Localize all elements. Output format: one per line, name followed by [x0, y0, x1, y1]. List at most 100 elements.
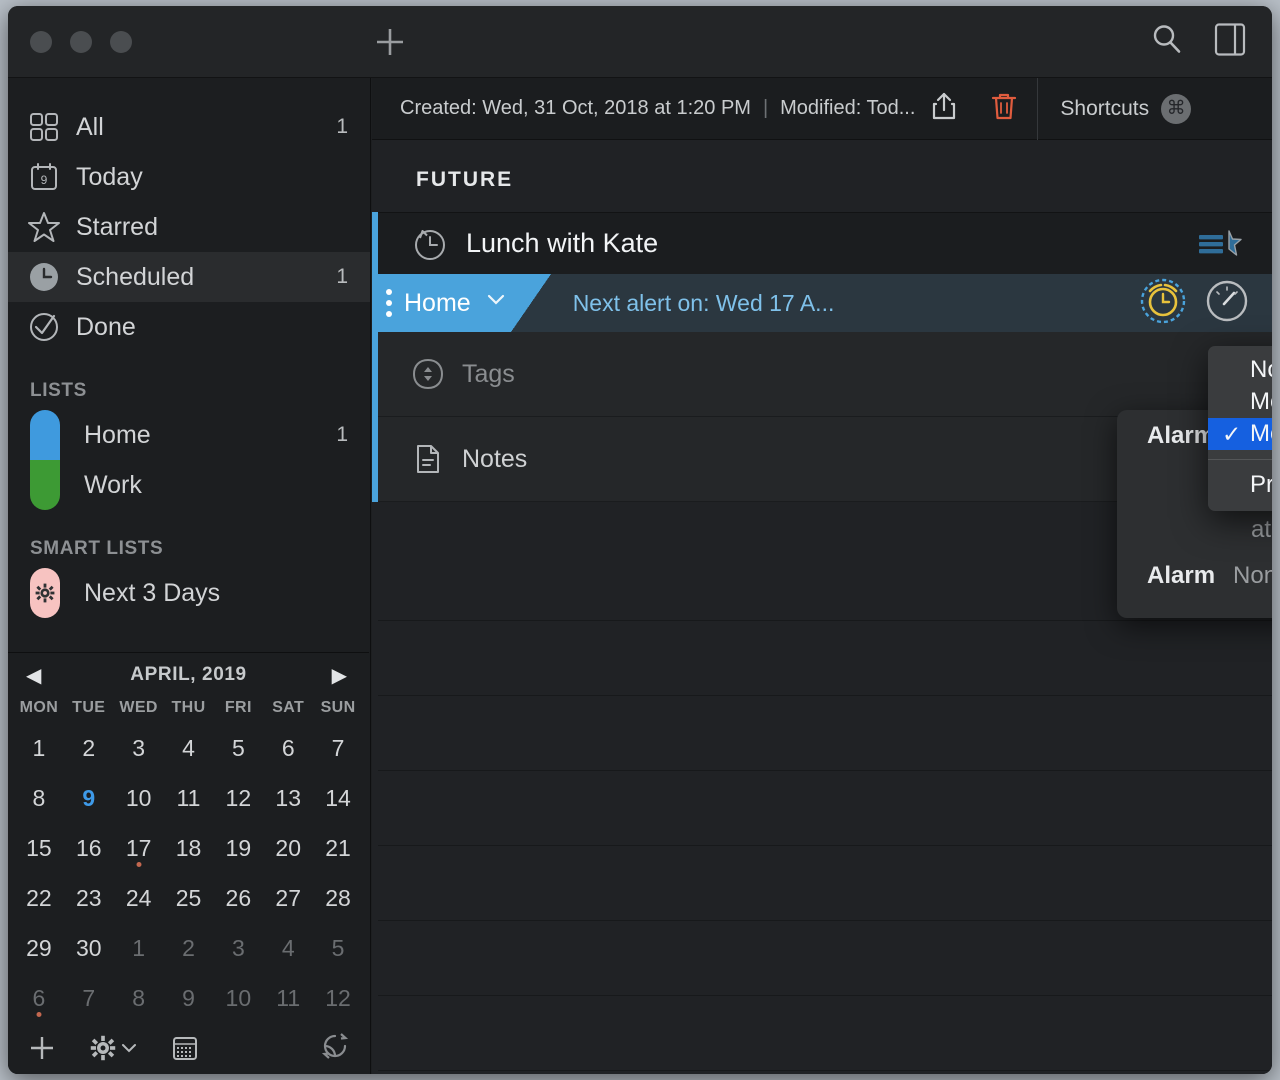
calendar-day-cell[interactable]: 3 — [114, 723, 164, 773]
calendar-day-cell[interactable]: 22 — [14, 873, 64, 923]
task-meta-actions — [1140, 278, 1272, 329]
calendar-day-cell[interactable]: 24 — [114, 873, 164, 923]
calendar-day-cell[interactable]: 30 — [64, 923, 114, 973]
sidebar-smart-list-next-3-days[interactable]: Next 3 Days — [8, 568, 370, 618]
calendar-day-cell[interactable]: 14 — [313, 773, 363, 823]
calendar-day-cell[interactable]: 7 — [313, 723, 363, 773]
search-button[interactable] — [1150, 22, 1184, 61]
priority-star-icon — [1199, 229, 1242, 256]
calendar-prev-month-button[interactable]: ◀ — [26, 663, 41, 688]
calendar-day-cell[interactable]: 3 — [213, 923, 263, 973]
menu-item-presets[interactable]: Presets ▶ — [1208, 469, 1272, 501]
list-item-label: Work — [84, 470, 142, 499]
calendar-day-cell[interactable]: 9 — [164, 973, 214, 1023]
gauge-button[interactable] — [1204, 278, 1250, 329]
maximize-window-button[interactable] — [110, 30, 132, 53]
add-task-button[interactable] — [370, 22, 410, 62]
calendar-day-cell[interactable]: 1 — [114, 923, 164, 973]
drag-dots-icon[interactable] — [386, 289, 392, 317]
calendar-day-cell[interactable]: 25 — [164, 873, 214, 923]
calendar-day-cell[interactable]: 4 — [164, 723, 214, 773]
calendar-day-cell[interactable]: 12 — [213, 773, 263, 823]
calendar-day-number: 4 — [182, 734, 195, 761]
task-priority-button[interactable] — [1198, 227, 1244, 261]
calendar-day-number: 27 — [275, 884, 301, 911]
calendar-refresh-button[interactable] — [321, 1032, 349, 1065]
calendar-next-month-button[interactable]: ▶ — [332, 663, 347, 688]
task-tags-row[interactable]: Tags — [372, 332, 1272, 417]
trash-icon — [992, 93, 1017, 119]
calendar-day-cell[interactable]: 2 — [164, 923, 214, 973]
share-button[interactable] — [929, 91, 959, 127]
calendar-settings-button[interactable] — [90, 1035, 138, 1061]
menu-separator — [1208, 459, 1272, 460]
close-window-button[interactable] — [30, 30, 52, 53]
calendar-day-cell[interactable]: 9 — [64, 773, 114, 823]
calendar-add-button[interactable] — [28, 1034, 56, 1062]
sidebar-item-today[interactable]: 9 Today — [8, 152, 370, 202]
calendar-day-cell[interactable]: 15 — [14, 823, 64, 873]
window-controls[interactable] — [30, 30, 132, 53]
sidebar-item-scheduled[interactable]: Scheduled 1 — [8, 252, 370, 302]
calendar-day-cell[interactable]: 4 — [263, 923, 313, 973]
scheduled-clock-icon[interactable] — [412, 226, 448, 262]
menu-item-none[interactable]: None — [1208, 354, 1272, 386]
calendar-day-cell[interactable]: 17 — [114, 823, 164, 873]
calendar-day-cell[interactable]: 5 — [213, 723, 263, 773]
calendar-day-cell[interactable]: 13 — [263, 773, 313, 823]
sidebar-item-all[interactable]: All 1 — [8, 102, 370, 152]
calendar-view-button[interactable] — [172, 1035, 198, 1061]
sidebar-item-starred[interactable]: Starred — [8, 202, 370, 252]
calendar-day-number: 24 — [125, 884, 152, 911]
chevron-down-icon[interactable] — [485, 292, 507, 314]
calendar-day-cell[interactable]: 21 — [313, 823, 363, 873]
calendar-day-number: 8 — [132, 984, 146, 1011]
task-title-row[interactable]: Lunch with Kate — [372, 212, 1272, 274]
empty-task-row — [378, 921, 1272, 996]
calendar-day-cell[interactable]: 11 — [164, 773, 214, 823]
calendar-day-cell[interactable]: 16 — [64, 823, 114, 873]
alarm-value-bottom[interactable]: None — [1233, 562, 1272, 590]
menu-item-message[interactable]: Message — [1208, 386, 1272, 418]
calendar-day-cell[interactable]: 11 — [263, 973, 313, 1023]
calendar-event-dot — [36, 1012, 42, 1017]
calendar-day-cell[interactable]: 26 — [213, 873, 263, 923]
calendar-day-number: 3 — [231, 934, 245, 961]
calendar-day-cell[interactable]: 20 — [263, 823, 313, 873]
sidebar-item-done[interactable]: Done — [8, 302, 370, 352]
task-list-pill[interactable]: Home — [372, 274, 511, 332]
calendar-day-cell[interactable]: 18 — [164, 823, 214, 873]
calendar-day-cell[interactable]: 12 — [313, 973, 363, 1023]
calendar-day-cell[interactable]: 10 — [114, 773, 164, 823]
task-title[interactable]: Lunch with Kate — [466, 228, 658, 259]
calendar-day-cell[interactable]: 27 — [263, 873, 313, 923]
delete-button[interactable] — [989, 91, 1019, 127]
alarm-clock-button[interactable] — [1140, 278, 1186, 329]
sidebar-list-work[interactable]: Work — [8, 460, 370, 510]
gauge-icon — [1206, 280, 1248, 321]
calendar-day-cell[interactable]: 6 — [14, 973, 64, 1023]
calendar-day-cell[interactable]: 2 — [64, 723, 114, 773]
calendar-day-cell[interactable]: 6 — [263, 723, 313, 773]
calendar-day-cell[interactable]: 8 — [14, 773, 64, 823]
calendar-day-cell[interactable]: 29 — [14, 923, 64, 973]
calendar-day-cell[interactable]: 10 — [213, 973, 263, 1023]
calendar-day-cell[interactable]: 5 — [313, 923, 363, 973]
shortcuts-button[interactable]: Shortcuts ⌘ — [1037, 77, 1213, 140]
calendar-day-cell[interactable]: 28 — [313, 873, 363, 923]
menu-item-message-with-sound[interactable]: ✓ Message with Sound — [1208, 418, 1272, 450]
calendar-day-number: 3 — [132, 734, 146, 761]
calendar-day-cell[interactable]: 19 — [213, 823, 263, 873]
sidebar-list-home[interactable]: Home 1 — [8, 410, 370, 460]
calendar-day-cell[interactable]: 8 — [114, 973, 164, 1023]
alarm-label-bottom: Alarm — [1147, 562, 1216, 589]
calendar-day-number: 1 — [32, 734, 46, 761]
task-list-label: Home — [404, 288, 471, 317]
minimize-window-button[interactable] — [70, 30, 92, 53]
calendar-day-cell[interactable]: 23 — [64, 873, 114, 923]
empty-task-row — [378, 846, 1272, 921]
calendar-day-cell[interactable]: 7 — [64, 973, 114, 1023]
toggle-inspector-button[interactable] — [1214, 21, 1246, 62]
created-timestamp: Created: Wed, 31 Oct, 2018 at 1:20 PM — [400, 97, 751, 119]
calendar-day-cell[interactable]: 1 — [14, 723, 64, 773]
